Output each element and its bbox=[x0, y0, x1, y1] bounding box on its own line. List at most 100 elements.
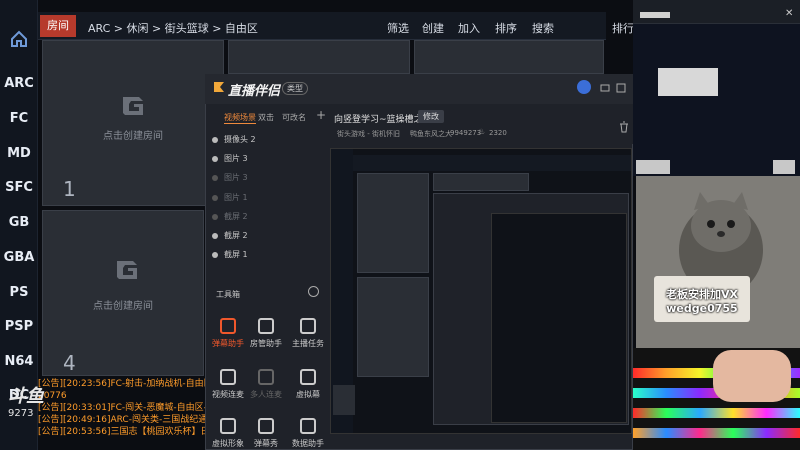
heat-value: 2320 bbox=[489, 129, 507, 137]
breadcrumb: ARC > 休闲 > 街头篮球 > 自由区 bbox=[88, 22, 258, 35]
icon-bar bbox=[636, 160, 670, 174]
room-card-4[interactable]: 点击创建房间 4 bbox=[42, 210, 204, 376]
search-button[interactable]: 搜索 bbox=[532, 20, 554, 36]
announcement-line: 20776 bbox=[38, 391, 67, 401]
announcement-line: [公告][20:53:56]三国志【桃园欢乐杯】日服单打比 bbox=[38, 427, 208, 437]
add-scene-icon[interactable]: + bbox=[316, 108, 326, 122]
close-icon[interactable]: ✕ bbox=[785, 8, 793, 19]
room-number: 4 bbox=[63, 351, 76, 375]
toolbar-bar bbox=[640, 12, 670, 18]
danmu-show-icon bbox=[258, 418, 274, 434]
multi-link-tool[interactable]: 多人连麦 bbox=[244, 369, 288, 400]
room-admin-tool[interactable]: 房管助手 bbox=[244, 318, 288, 349]
game-logo-icon bbox=[123, 97, 143, 115]
create-button[interactable]: 创建 bbox=[422, 20, 444, 36]
announcement-line: [公告][20:49:16]ARC-闯关类-三国战纪通通中原【 bbox=[38, 415, 208, 425]
room-tab[interactable]: 房间 bbox=[40, 15, 76, 37]
type-badge[interactable]: 类型 bbox=[282, 82, 308, 95]
room-card-2[interactable] bbox=[228, 40, 410, 74]
screen: ARC FC MD SFC GB GBA PS PSP N64 DC 房间 AR… bbox=[0, 0, 800, 450]
rgb-key-row bbox=[633, 408, 800, 418]
rail-item-n64[interactable]: N64 bbox=[0, 354, 38, 369]
scene-item[interactable]: 图片 3 bbox=[212, 172, 332, 184]
hand bbox=[713, 350, 791, 402]
rail-item-ps[interactable]: PS bbox=[0, 285, 38, 300]
sort-button[interactable]: 排序 bbox=[495, 20, 517, 36]
data-icon bbox=[300, 418, 316, 434]
scene-item[interactable]: 截屏 1 bbox=[212, 249, 332, 261]
assistant-logo-icon bbox=[214, 82, 224, 92]
announcement-line: [公告][20:33:01]FC-闯关-恶魔城-自由区-房间2第二 bbox=[38, 403, 208, 413]
rail-item-sfc[interactable]: SFC bbox=[0, 180, 38, 195]
game-logo-icon bbox=[117, 261, 137, 279]
preview-toolbar bbox=[353, 155, 631, 171]
announcement-line: [公告][20:23:56]FC-射击-加纳战机-自由区-房间4复 bbox=[38, 379, 208, 389]
home-icon[interactable] bbox=[10, 30, 28, 48]
douyu-watermark: 斗鱼 9273 bbox=[8, 382, 58, 430]
rail-item-psp[interactable]: PSP bbox=[0, 319, 38, 334]
icon-bar bbox=[658, 68, 718, 96]
virtual-screen-icon bbox=[300, 369, 316, 385]
rail-item-fc[interactable]: FC bbox=[0, 111, 38, 126]
rail-item-arc[interactable]: ARC bbox=[0, 76, 38, 91]
scene-item[interactable]: 截屏 2 bbox=[212, 211, 332, 223]
avatar[interactable] bbox=[577, 80, 591, 94]
scene-item[interactable]: 截屏 2 bbox=[212, 230, 332, 242]
eye-icon[interactable] bbox=[212, 213, 218, 220]
preview-room bbox=[357, 173, 429, 273]
host-label: 鸭鱼东风之大 bbox=[410, 130, 452, 138]
room-card-3[interactable] bbox=[414, 40, 604, 74]
tab-rename[interactable]: 可改名 bbox=[282, 112, 306, 123]
virtual-screen-tool[interactable]: 虚拟幕 bbox=[286, 369, 330, 400]
keyboard-cam bbox=[633, 348, 800, 450]
rail-item-gb[interactable]: GB bbox=[0, 215, 38, 230]
toolbox-title: 工具箱 bbox=[216, 290, 240, 299]
filter-button[interactable]: 筛选 bbox=[387, 20, 409, 36]
eye-icon[interactable] bbox=[212, 155, 218, 162]
scene-item[interactable]: 图片 1 bbox=[212, 192, 332, 204]
minimize-icon[interactable] bbox=[600, 83, 610, 93]
stream-category[interactable]: 街头游戏 - 街机怀旧 bbox=[337, 129, 400, 139]
rgb-key-row bbox=[633, 428, 800, 438]
task-icon bbox=[300, 318, 316, 334]
preview-room bbox=[357, 277, 429, 377]
watermark-id: 9273 bbox=[8, 408, 34, 419]
danmu-show-tool[interactable]: 弹幕秀 bbox=[244, 418, 288, 449]
trash-icon[interactable] bbox=[619, 121, 629, 133]
scene-item[interactable]: 摄像头 2 bbox=[212, 134, 332, 146]
join-button[interactable]: 加入 bbox=[458, 20, 480, 36]
preview-watermark bbox=[333, 385, 355, 415]
preview-nested bbox=[491, 213, 627, 423]
desktop-background bbox=[633, 24, 800, 176]
rail-item-md[interactable]: MD bbox=[0, 146, 38, 161]
preview-room bbox=[433, 173, 529, 191]
tab-video-scene[interactable]: 视频场景 bbox=[224, 112, 256, 124]
tab-double-click[interactable]: 双击 bbox=[258, 112, 274, 123]
create-room-hint: 点击创建房间 bbox=[103, 131, 163, 142]
rail-item-gba[interactable]: GBA bbox=[0, 250, 38, 265]
admin-icon bbox=[258, 318, 274, 334]
eye-icon[interactable] bbox=[212, 232, 218, 239]
stream-preview bbox=[330, 148, 632, 434]
data-assistant-tool[interactable]: 数据助手 bbox=[286, 418, 330, 449]
edit-title-button[interactable]: 修改 bbox=[418, 110, 444, 123]
eye-icon[interactable] bbox=[212, 251, 218, 258]
create-room-hint: 点击创建房间 bbox=[93, 301, 153, 312]
room-id: 9949273 bbox=[450, 129, 482, 137]
danmu-icon bbox=[220, 318, 236, 334]
heat-icon: ♨ bbox=[478, 127, 486, 136]
room-number: 1 bbox=[63, 177, 76, 201]
ranking-tab-partial[interactable]: 排行 bbox=[612, 20, 634, 36]
eye-icon[interactable] bbox=[212, 136, 218, 143]
eye-icon[interactable] bbox=[212, 194, 218, 201]
eye-icon[interactable] bbox=[212, 174, 218, 181]
window-icon[interactable] bbox=[616, 83, 626, 93]
multi-link-icon bbox=[258, 369, 274, 385]
scene-item[interactable]: 图片 3 bbox=[212, 153, 332, 165]
cat-sign: 老板安排加VX wedge0755 bbox=[654, 276, 750, 322]
host-task-tool[interactable]: 主播任务 bbox=[286, 318, 330, 349]
webcam-cat-feed bbox=[636, 176, 800, 348]
room-card-1[interactable]: 点击创建房间 1 bbox=[42, 40, 224, 206]
toolbox-collapse-icon[interactable] bbox=[308, 286, 319, 297]
sign-line-2: wedge0755 bbox=[666, 302, 738, 315]
